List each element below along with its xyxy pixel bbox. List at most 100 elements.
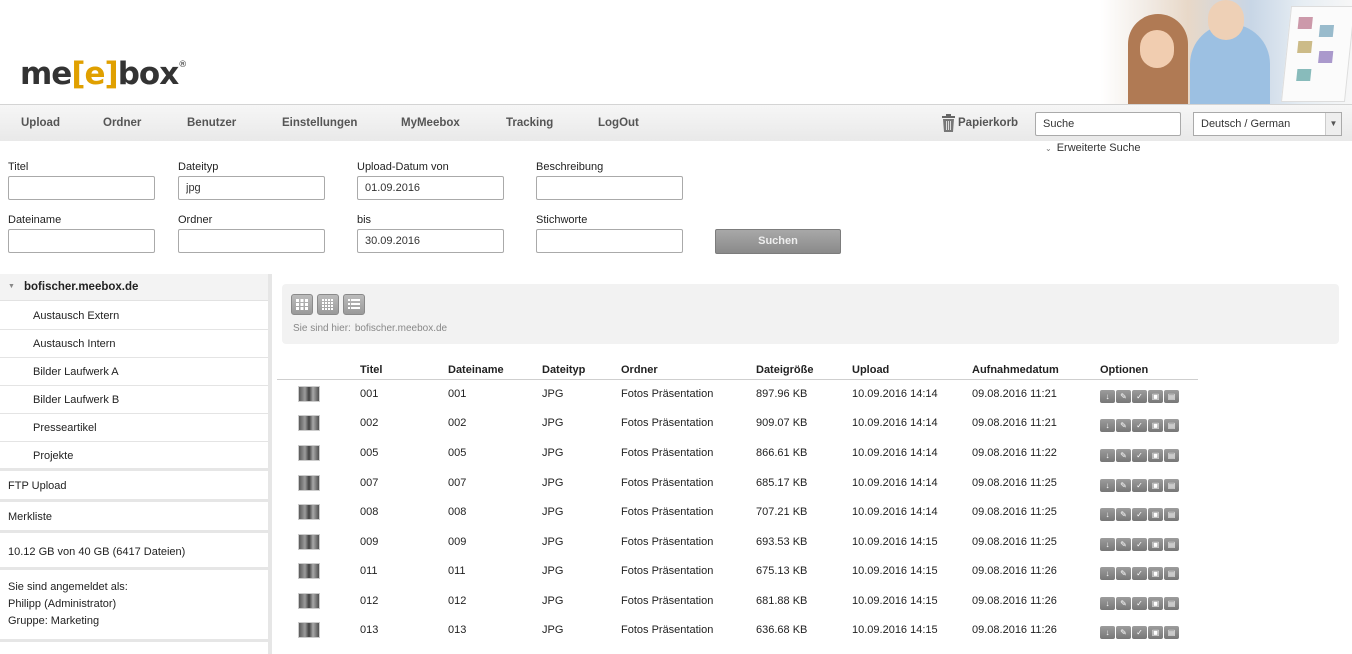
trash-link[interactable]: Papierkorb (941, 114, 1018, 132)
view-large-grid-button[interactable] (291, 294, 313, 315)
check-icon[interactable]: ✓ (1132, 479, 1147, 492)
column-header-upload[interactable]: Upload (852, 364, 889, 376)
advanced-search-link[interactable]: ⌄ Erweiterte Suche (1045, 142, 1140, 154)
file-thumbnail[interactable] (298, 386, 320, 402)
column-header-filename[interactable]: Dateiname (448, 364, 504, 376)
sidebar-item-austausch-intern[interactable]: Austausch Intern (0, 330, 268, 358)
download-icon[interactable]: ↓ (1100, 449, 1115, 462)
lock-icon[interactable]: ▣ (1148, 449, 1163, 462)
upload-to-input[interactable] (357, 229, 504, 253)
table-row[interactable]: 005 005 JPG Fotos Präsentation 866.61 KB 10.0… (277, 439, 1198, 468)
column-header-filetype[interactable]: Dateityp (542, 364, 585, 376)
sidebar-ftp-upload[interactable]: FTP Upload (0, 468, 268, 499)
trash-icon[interactable]: ▤ (1164, 567, 1179, 580)
column-header-capture-date[interactable]: Aufnahmedatum (972, 364, 1059, 376)
filename-input[interactable] (8, 229, 155, 253)
lock-icon[interactable]: ▣ (1148, 390, 1163, 403)
lock-icon[interactable]: ▣ (1148, 567, 1163, 580)
sidebar-watchlist[interactable]: Merkliste (0, 499, 268, 530)
table-row[interactable]: 002 002 JPG Fotos Präsentation 909.07 KB 10.0… (277, 409, 1198, 438)
file-thumbnail[interactable] (298, 593, 320, 609)
meebox-logo[interactable]: me[e]box® (20, 56, 187, 92)
sidebar-item-austausch-extern[interactable]: Austausch Extern (0, 302, 268, 330)
download-icon[interactable]: ↓ (1100, 508, 1115, 521)
lock-icon[interactable]: ▣ (1148, 508, 1163, 521)
file-thumbnail[interactable] (298, 504, 320, 520)
column-header-title[interactable]: Titel (360, 364, 382, 376)
search-input[interactable] (1035, 112, 1181, 136)
breadcrumb-path[interactable]: bofischer.meebox.de (355, 323, 447, 334)
nav-tracking[interactable]: Tracking (506, 117, 553, 129)
edit-icon[interactable]: ✎ (1116, 597, 1131, 610)
column-header-filesize[interactable]: Dateigröße (756, 364, 813, 376)
download-icon[interactable]: ↓ (1100, 567, 1115, 580)
nav-ordner[interactable]: Ordner (103, 117, 141, 129)
column-header-folder[interactable]: Ordner (621, 364, 658, 376)
lock-icon[interactable]: ▣ (1148, 597, 1163, 610)
table-row[interactable]: 013 013 JPG Fotos Präsentation 636.68 KB 10.0… (277, 616, 1198, 645)
download-icon[interactable]: ↓ (1100, 538, 1115, 551)
file-thumbnail[interactable] (298, 475, 320, 491)
edit-icon[interactable]: ✎ (1116, 479, 1131, 492)
table-row[interactable]: 009 009 JPG Fotos Präsentation 693.53 KB 10.0… (277, 528, 1198, 557)
check-icon[interactable]: ✓ (1132, 567, 1147, 580)
sidebar-item-bilder-laufwerk-a[interactable]: Bilder Laufwerk A (0, 358, 268, 386)
sidebar-item-presseartikel[interactable]: Presseartikel (0, 414, 268, 442)
nav-benutzer[interactable]: Benutzer (187, 117, 236, 129)
edit-icon[interactable]: ✎ (1116, 390, 1131, 403)
edit-icon[interactable]: ✎ (1116, 538, 1131, 551)
table-row[interactable]: 012 012 JPG Fotos Präsentation 681.88 KB 10.0… (277, 587, 1198, 616)
sidebar-root-folder[interactable]: ▼ bofischer.meebox.de (0, 274, 268, 301)
description-input[interactable] (536, 176, 683, 200)
download-icon[interactable]: ↓ (1100, 597, 1115, 610)
check-icon[interactable]: ✓ (1132, 597, 1147, 610)
keywords-input[interactable] (536, 229, 683, 253)
download-icon[interactable]: ↓ (1100, 419, 1115, 432)
download-icon[interactable]: ↓ (1100, 626, 1115, 639)
nav-mymeebox[interactable]: MyMeebox (401, 117, 460, 129)
edit-icon[interactable]: ✎ (1116, 449, 1131, 462)
check-icon[interactable]: ✓ (1132, 390, 1147, 403)
trash-icon[interactable]: ▤ (1164, 479, 1179, 492)
file-thumbnail[interactable] (298, 415, 320, 431)
edit-icon[interactable]: ✎ (1116, 508, 1131, 521)
view-small-grid-button[interactable] (317, 294, 339, 315)
folder-input[interactable] (178, 229, 325, 253)
file-thumbnail[interactable] (298, 563, 320, 579)
edit-icon[interactable]: ✎ (1116, 626, 1131, 639)
upload-from-input[interactable] (357, 176, 504, 200)
table-row[interactable]: 011 011 JPG Fotos Präsentation 675.13 KB 10.0… (277, 557, 1198, 586)
sidebar-divider[interactable] (268, 274, 272, 654)
trash-icon[interactable]: ▤ (1164, 508, 1179, 521)
file-thumbnail[interactable] (298, 622, 320, 638)
nav-einstellungen[interactable]: Einstellungen (282, 117, 357, 129)
lock-icon[interactable]: ▣ (1148, 419, 1163, 432)
nav-upload[interactable]: Upload (21, 117, 60, 129)
check-icon[interactable]: ✓ (1132, 508, 1147, 521)
table-row[interactable]: 007 007 JPG Fotos Präsentation 685.17 KB 10.0… (277, 469, 1198, 498)
check-icon[interactable]: ✓ (1132, 419, 1147, 432)
table-row[interactable]: 001 001 JPG Fotos Präsentation 897.96 KB 10.0… (277, 380, 1198, 409)
trash-icon[interactable]: ▤ (1164, 390, 1179, 403)
trash-icon[interactable]: ▤ (1164, 626, 1179, 639)
file-thumbnail[interactable] (298, 445, 320, 461)
nav-logout[interactable]: LogOut (598, 117, 639, 129)
download-icon[interactable]: ↓ (1100, 479, 1115, 492)
search-button[interactable]: Suchen (715, 229, 841, 254)
lock-icon[interactable]: ▣ (1148, 538, 1163, 551)
lock-icon[interactable]: ▣ (1148, 626, 1163, 639)
table-row[interactable]: 008 008 JPG Fotos Präsentation 707.21 KB 10.0… (277, 498, 1198, 527)
edit-icon[interactable]: ✎ (1116, 419, 1131, 432)
sidebar-item-bilder-laufwerk-b[interactable]: Bilder Laufwerk B (0, 386, 268, 414)
sidebar-item-projekte[interactable]: Projekte (0, 442, 268, 470)
check-icon[interactable]: ✓ (1132, 449, 1147, 462)
view-list-button[interactable] (343, 294, 365, 315)
trash-icon[interactable]: ▤ (1164, 419, 1179, 432)
title-input[interactable] (8, 176, 155, 200)
file-thumbnail[interactable] (298, 534, 320, 550)
edit-icon[interactable]: ✎ (1116, 567, 1131, 580)
trash-icon[interactable]: ▤ (1164, 449, 1179, 462)
check-icon[interactable]: ✓ (1132, 626, 1147, 639)
lock-icon[interactable]: ▣ (1148, 479, 1163, 492)
download-icon[interactable]: ↓ (1100, 390, 1115, 403)
